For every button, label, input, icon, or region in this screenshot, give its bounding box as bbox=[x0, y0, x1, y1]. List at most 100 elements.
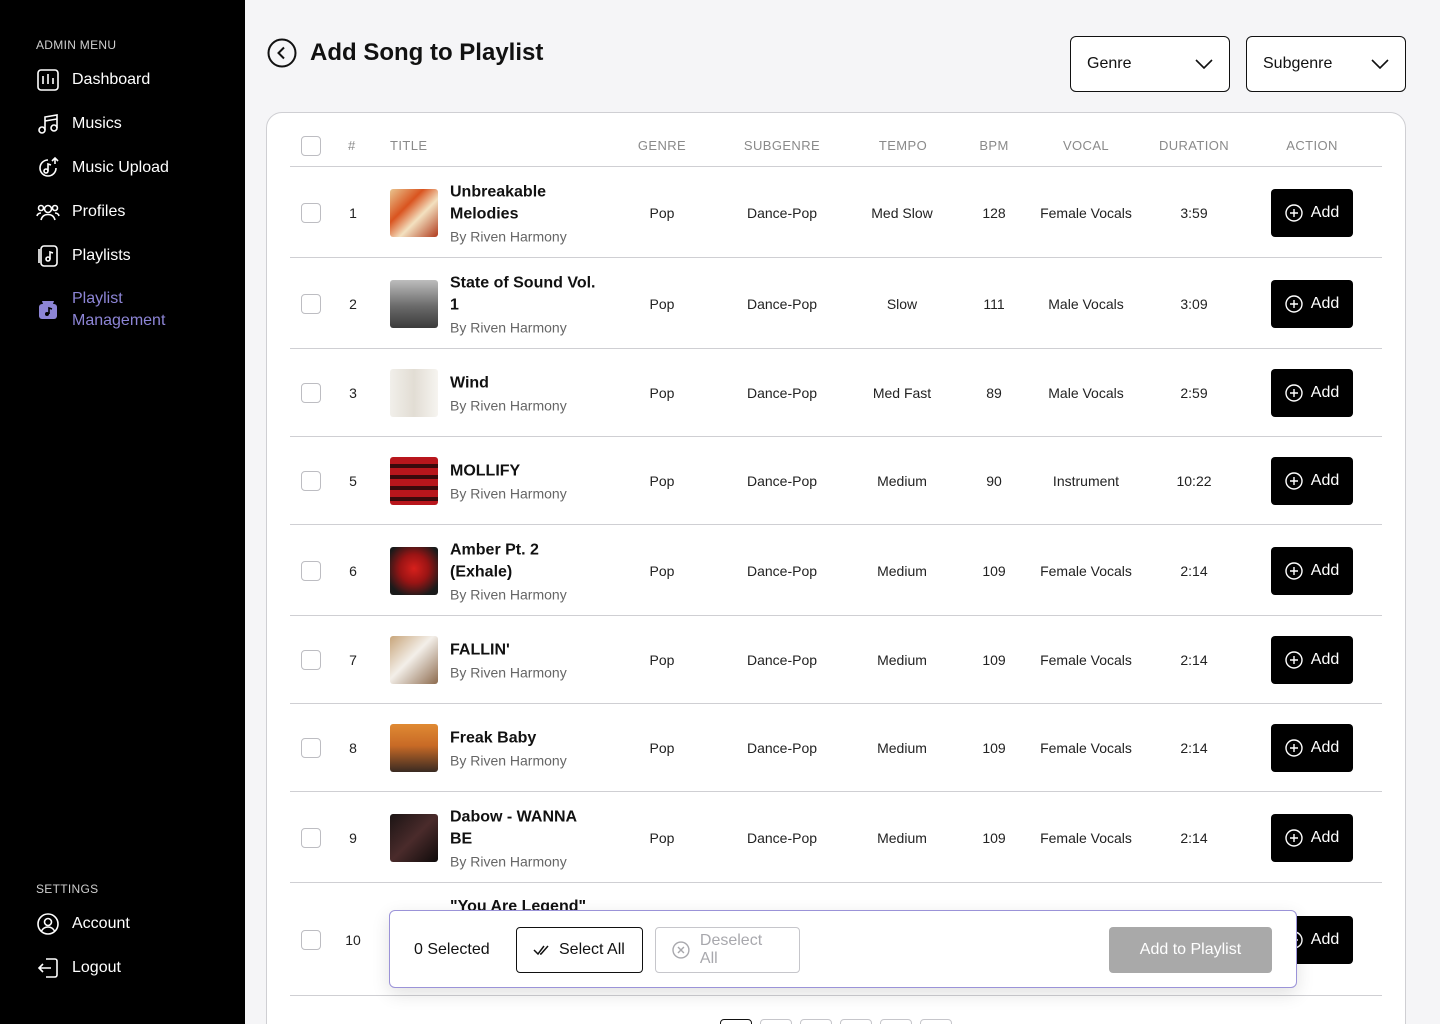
music-notes-icon bbox=[36, 112, 60, 136]
add-song-button[interactable]: Add bbox=[1271, 188, 1353, 237]
row-checkbox[interactable] bbox=[301, 650, 321, 670]
song-genre: Pop bbox=[649, 562, 675, 579]
add-song-button[interactable]: Add bbox=[1271, 636, 1353, 684]
song-tempo: Medium bbox=[877, 829, 927, 846]
back-button[interactable] bbox=[267, 38, 297, 68]
pagination-page[interactable] bbox=[720, 1019, 752, 1024]
song-tempo: Medium bbox=[877, 740, 927, 756]
settings-label: SETTINGS bbox=[36, 882, 99, 896]
sidebar-item-label: Playlists bbox=[72, 247, 131, 264]
song-title[interactable]: Wind bbox=[450, 373, 600, 395]
row-number: 6 bbox=[349, 562, 357, 579]
song-artist: By Riven Harmony bbox=[450, 752, 567, 769]
song-subgenre: Dance-Pop bbox=[746, 652, 818, 668]
song-title[interactable]: Freak Baby bbox=[450, 728, 600, 750]
pagination-page[interactable] bbox=[920, 1019, 952, 1024]
row-checkbox[interactable] bbox=[301, 471, 321, 491]
song-vocal: Instrument bbox=[1052, 473, 1120, 489]
column-header-action: ACTION bbox=[1286, 138, 1338, 153]
add-song-button[interactable]: Add bbox=[1271, 279, 1353, 328]
song-vocal: Female Vocals bbox=[1040, 829, 1132, 846]
music-upload-icon bbox=[36, 156, 60, 180]
song-title[interactable]: Dabow - WANNA BE bbox=[450, 806, 600, 850]
add-song-button[interactable]: Add bbox=[1271, 457, 1353, 505]
song-title[interactable]: MOLLIFY bbox=[450, 461, 600, 483]
song-duration: 2:14 bbox=[1180, 562, 1208, 579]
sidebar-item-musics[interactable]: Musics bbox=[36, 112, 122, 136]
song-bpm: 89 bbox=[986, 385, 1002, 401]
song-genre: Pop bbox=[649, 204, 675, 221]
row-checkbox[interactable] bbox=[301, 738, 321, 758]
add-song-button[interactable]: Add bbox=[1271, 546, 1353, 595]
add-label: Add bbox=[1310, 384, 1340, 401]
row-number: 7 bbox=[349, 652, 357, 668]
song-subgenre: Dance-Pop bbox=[746, 385, 818, 401]
row-checkbox[interactable] bbox=[301, 293, 321, 314]
sidebar-item-profiles[interactable]: Profiles bbox=[36, 200, 125, 224]
song-cover bbox=[390, 546, 438, 595]
selected-count: 0 Selected bbox=[414, 941, 490, 958]
song-subgenre: Dance-Pop bbox=[746, 562, 818, 579]
song-duration: 2:14 bbox=[1180, 829, 1208, 846]
row-number: 5 bbox=[349, 473, 357, 489]
song-title[interactable]: FALLIN' bbox=[450, 640, 600, 662]
pagination-page[interactable] bbox=[840, 1019, 872, 1024]
add-song-button[interactable]: Add bbox=[1271, 724, 1353, 772]
song-tempo: Slow bbox=[886, 295, 918, 312]
sidebar-item-dashboard[interactable]: Dashboard bbox=[36, 68, 150, 92]
song-title[interactable]: Unbreakable Melodies bbox=[450, 181, 600, 225]
add-label: Add bbox=[1310, 561, 1340, 579]
table-row: 3 Wind By Riven Harmony Pop Dance-Pop Med … bbox=[290, 349, 1382, 437]
column-header-bpm: BPM bbox=[979, 138, 1009, 153]
genre-select[interactable]: Genre bbox=[1070, 36, 1230, 92]
song-bpm: 109 bbox=[982, 652, 1006, 668]
pagination-page[interactable] bbox=[800, 1019, 832, 1024]
column-header-subgenre: SUBGENRE bbox=[743, 138, 821, 153]
song-subgenre: Dance-Pop bbox=[746, 473, 818, 489]
add-label: Add bbox=[1310, 739, 1340, 756]
pagination-page[interactable] bbox=[880, 1019, 912, 1024]
playlist-icon bbox=[36, 244, 60, 268]
sidebar-item-playlists[interactable]: Playlists bbox=[36, 244, 131, 268]
song-bpm: 128 bbox=[982, 204, 1006, 221]
sidebar-item-music-upload[interactable]: Music Upload bbox=[36, 156, 169, 180]
table-header: # TITLE GENRE SUBGENRE TEMPO BPM VOCAL D… bbox=[290, 124, 1382, 167]
select-all-checkbox[interactable] bbox=[301, 136, 321, 156]
plus-circle-icon bbox=[1285, 294, 1303, 313]
add-song-button[interactable]: Add bbox=[1271, 369, 1353, 417]
song-artist: By Riven Harmony bbox=[450, 485, 567, 502]
subgenre-select-value: Subgenre bbox=[1263, 55, 1333, 72]
column-header-genre: GENRE bbox=[637, 138, 687, 153]
song-title-block: MOLLIFY By Riven Harmony bbox=[450, 461, 600, 502]
chevron-down-icon bbox=[1195, 59, 1213, 69]
row-checkbox[interactable] bbox=[301, 383, 321, 403]
song-artist: By Riven Harmony bbox=[450, 853, 567, 869]
sidebar-item-account[interactable]: Account bbox=[36, 912, 130, 936]
add-label: Add bbox=[1310, 472, 1340, 489]
song-title[interactable]: State of Sound Vol. 1 bbox=[450, 272, 600, 316]
deselect-all-button[interactable]: Deselect All bbox=[655, 927, 800, 973]
select-all-button[interactable]: Select All bbox=[516, 927, 643, 973]
chevron-down-icon bbox=[1371, 59, 1389, 69]
song-duration: 3:09 bbox=[1180, 295, 1208, 312]
subgenre-select[interactable]: Subgenre bbox=[1246, 36, 1406, 92]
row-checkbox[interactable] bbox=[301, 827, 321, 848]
chevron-left-icon bbox=[267, 38, 297, 68]
row-checkbox[interactable] bbox=[301, 560, 321, 581]
sidebar-item-logout[interactable]: Logout bbox=[36, 956, 121, 980]
add-to-playlist-button[interactable]: Add to Playlist bbox=[1109, 927, 1272, 973]
add-song-button[interactable]: Add bbox=[1271, 813, 1353, 862]
sidebar-item-playlist-management[interactable]: Playlist Management bbox=[36, 288, 182, 332]
row-checkbox[interactable] bbox=[301, 202, 321, 223]
row-checkbox[interactable] bbox=[301, 930, 321, 950]
users-icon bbox=[36, 200, 60, 224]
song-title[interactable]: Amber Pt. 2 (Exhale) bbox=[450, 539, 600, 583]
song-subgenre: Dance-Pop bbox=[746, 204, 818, 221]
pagination-page[interactable] bbox=[760, 1019, 792, 1024]
genre-select-value: Genre bbox=[1087, 55, 1132, 72]
song-cover bbox=[390, 369, 438, 417]
song-title-block: Dabow - WANNA BE By Riven Harmony bbox=[450, 806, 600, 869]
chart-icon bbox=[36, 68, 60, 92]
deselect-all-label: Deselect All bbox=[699, 932, 763, 967]
song-artist: By Riven Harmony bbox=[450, 397, 567, 414]
